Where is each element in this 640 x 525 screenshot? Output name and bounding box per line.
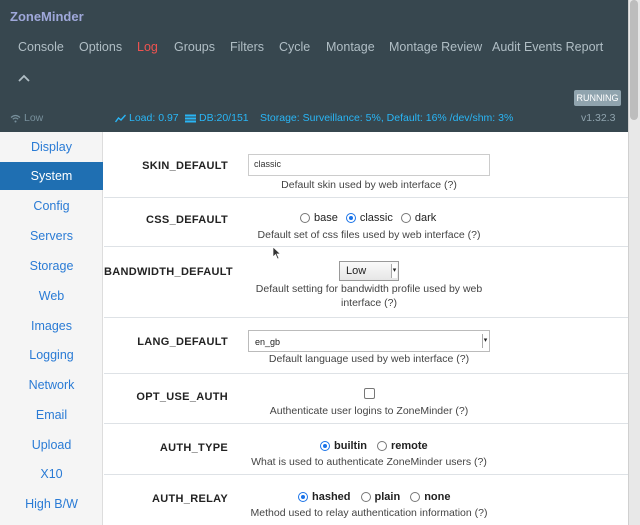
sidebar-item-display[interactable]: Display	[0, 133, 103, 161]
option-row-auth-relay: AUTH_RELAY hashed plain none Method used…	[104, 475, 628, 525]
radio-label: none	[424, 491, 451, 503]
radio-label: base	[314, 212, 338, 224]
radio-label: plain	[374, 491, 401, 503]
sidebar-item-system[interactable]: System	[0, 162, 103, 190]
css-classic-radio[interactable]	[345, 213, 356, 223]
option-row-auth-type: AUTH_TYPE builtin remote What is used to…	[104, 424, 628, 475]
bandwidth-default-select[interactable]: Low ▾	[339, 261, 399, 281]
auth-builtin-radio[interactable]	[320, 441, 330, 451]
radio-label: remote	[391, 440, 428, 452]
option-help[interactable]: Authenticate user logins to ZoneMinder (…	[239, 404, 499, 418]
radio-label: hashed	[312, 491, 351, 503]
css-dark-radio[interactable]	[400, 213, 411, 223]
chevron-up-icon[interactable]	[18, 70, 30, 88]
sidebar-item-config[interactable]: Config	[0, 192, 103, 220]
sidebar-item-logging[interactable]: Logging	[0, 341, 103, 369]
option-help[interactable]: Default language used by web interface (…	[239, 352, 499, 366]
option-name: AUTH_TYPE	[159, 442, 228, 454]
bandwidth-label: Low	[24, 112, 44, 124]
wifi-icon	[10, 114, 21, 122]
menu-cycle[interactable]: Cycle	[279, 40, 310, 54]
radio-label: classic	[359, 212, 393, 224]
options-sidebar: Display System Config Servers Storage We…	[0, 132, 103, 525]
option-name: CSS_DEFAULT	[146, 214, 228, 226]
chevron-down-icon: ▾	[482, 334, 488, 348]
list-icon	[185, 114, 196, 122]
menu-console[interactable]: Console	[18, 40, 64, 54]
css-base-radio[interactable]	[300, 213, 310, 223]
load-label: Load: 0.97	[129, 112, 179, 124]
auth-type-radio-group: builtin remote	[320, 440, 436, 452]
option-row-lang-default: LANG_DEFAULT en_gb ▾ Default language us…	[104, 318, 628, 374]
option-help[interactable]: What is used to authenticate ZoneMinder …	[229, 455, 509, 469]
opt-use-auth-checkbox[interactable]	[364, 388, 375, 399]
sidebar-item-x10[interactable]: X10	[0, 460, 103, 488]
menu-filters[interactable]: Filters	[230, 40, 264, 54]
sidebar-item-network[interactable]: Network	[0, 371, 103, 399]
options-table: SKIN_DEFAULT classic Default skin used b…	[104, 132, 628, 525]
option-help[interactable]: Default skin used by web interface (?)	[239, 178, 499, 192]
brand-logo[interactable]: ZoneMinder	[10, 9, 84, 24]
top-navbar: ZoneMinder Console Options Log Groups Fi…	[0, 0, 628, 132]
option-help[interactable]: Method used to relay authentication info…	[229, 506, 509, 520]
line-chart-icon	[115, 114, 126, 122]
option-name: AUTH_RELAY	[152, 493, 228, 505]
relay-plain-radio[interactable]	[360, 492, 371, 502]
menu-montage[interactable]: Montage	[326, 40, 375, 54]
db-status: DB:20/151	[185, 112, 249, 124]
mouse-cursor-icon	[272, 246, 282, 265]
sidebar-item-upload[interactable]: Upload	[0, 431, 103, 459]
skin-default-input[interactable]: classic	[248, 154, 490, 176]
load-status: Load: 0.97	[115, 112, 179, 124]
menu-options[interactable]: Options	[79, 40, 122, 54]
status-bar: Low Load: 0.97 DB:20/151 Storage: Survei…	[0, 112, 628, 126]
relay-none-radio[interactable]	[410, 492, 421, 502]
option-name: LANG_DEFAULT	[137, 336, 228, 348]
css-default-radio-group: base classic dark	[300, 212, 444, 224]
option-name: OPT_USE_AUTH	[136, 391, 228, 403]
radio-label: builtin	[334, 440, 367, 452]
option-row-skin-default: SKIN_DEFAULT classic Default skin used b…	[104, 132, 628, 198]
option-help[interactable]: Default set of css files used by web int…	[229, 228, 509, 242]
bandwidth-status[interactable]: Low	[10, 112, 43, 124]
auth-relay-radio-group: hashed plain none	[298, 491, 458, 503]
menu-montage-review[interactable]: Montage Review	[389, 40, 482, 54]
option-name: BANDWIDTH_DEFAULT	[104, 266, 233, 278]
sidebar-item-high-bw[interactable]: High B/W	[0, 490, 103, 518]
option-row-opt-use-auth: OPT_USE_AUTH Authenticate user logins to…	[104, 374, 628, 424]
sidebar-item-images[interactable]: Images	[0, 312, 103, 340]
version-label: v1.32.3	[581, 112, 616, 124]
select-value: en_gb	[255, 337, 281, 347]
menu-audit-events-report[interactable]: Audit Events Report	[492, 40, 603, 54]
auth-remote-radio[interactable]	[377, 441, 387, 451]
relay-hashed-radio[interactable]	[298, 492, 308, 502]
option-help[interactable]: Default setting for bandwidth profile us…	[244, 282, 494, 310]
sidebar-item-email[interactable]: Email	[0, 401, 103, 429]
select-value: Low	[346, 265, 367, 277]
status-badge-running[interactable]: RUNNING	[574, 90, 621, 106]
option-name: SKIN_DEFAULT	[142, 160, 228, 172]
zoneminder-options-page: ZoneMinder Console Options Log Groups Fi…	[0, 0, 640, 525]
option-row-bandwidth-default: BANDWIDTH_DEFAULT Low ▾ Default setting …	[104, 247, 628, 318]
sidebar-item-storage[interactable]: Storage	[0, 252, 103, 280]
sidebar-item-web[interactable]: Web	[0, 282, 103, 310]
storage-status: Storage: Surveillance: 5%, Default: 16% …	[260, 112, 514, 124]
lang-default-select[interactable]: en_gb ▾	[248, 330, 490, 352]
menu-groups[interactable]: Groups	[174, 40, 215, 54]
menu-log[interactable]: Log	[137, 40, 158, 54]
scrollbar-thumb[interactable]	[630, 0, 638, 120]
radio-label: dark	[414, 212, 437, 224]
sidebar-item-servers[interactable]: Servers	[0, 222, 103, 250]
db-label: DB:20/151	[199, 112, 249, 124]
chevron-down-icon: ▾	[391, 264, 397, 278]
option-row-css-default: CSS_DEFAULT base classic dark Default se…	[104, 198, 628, 247]
